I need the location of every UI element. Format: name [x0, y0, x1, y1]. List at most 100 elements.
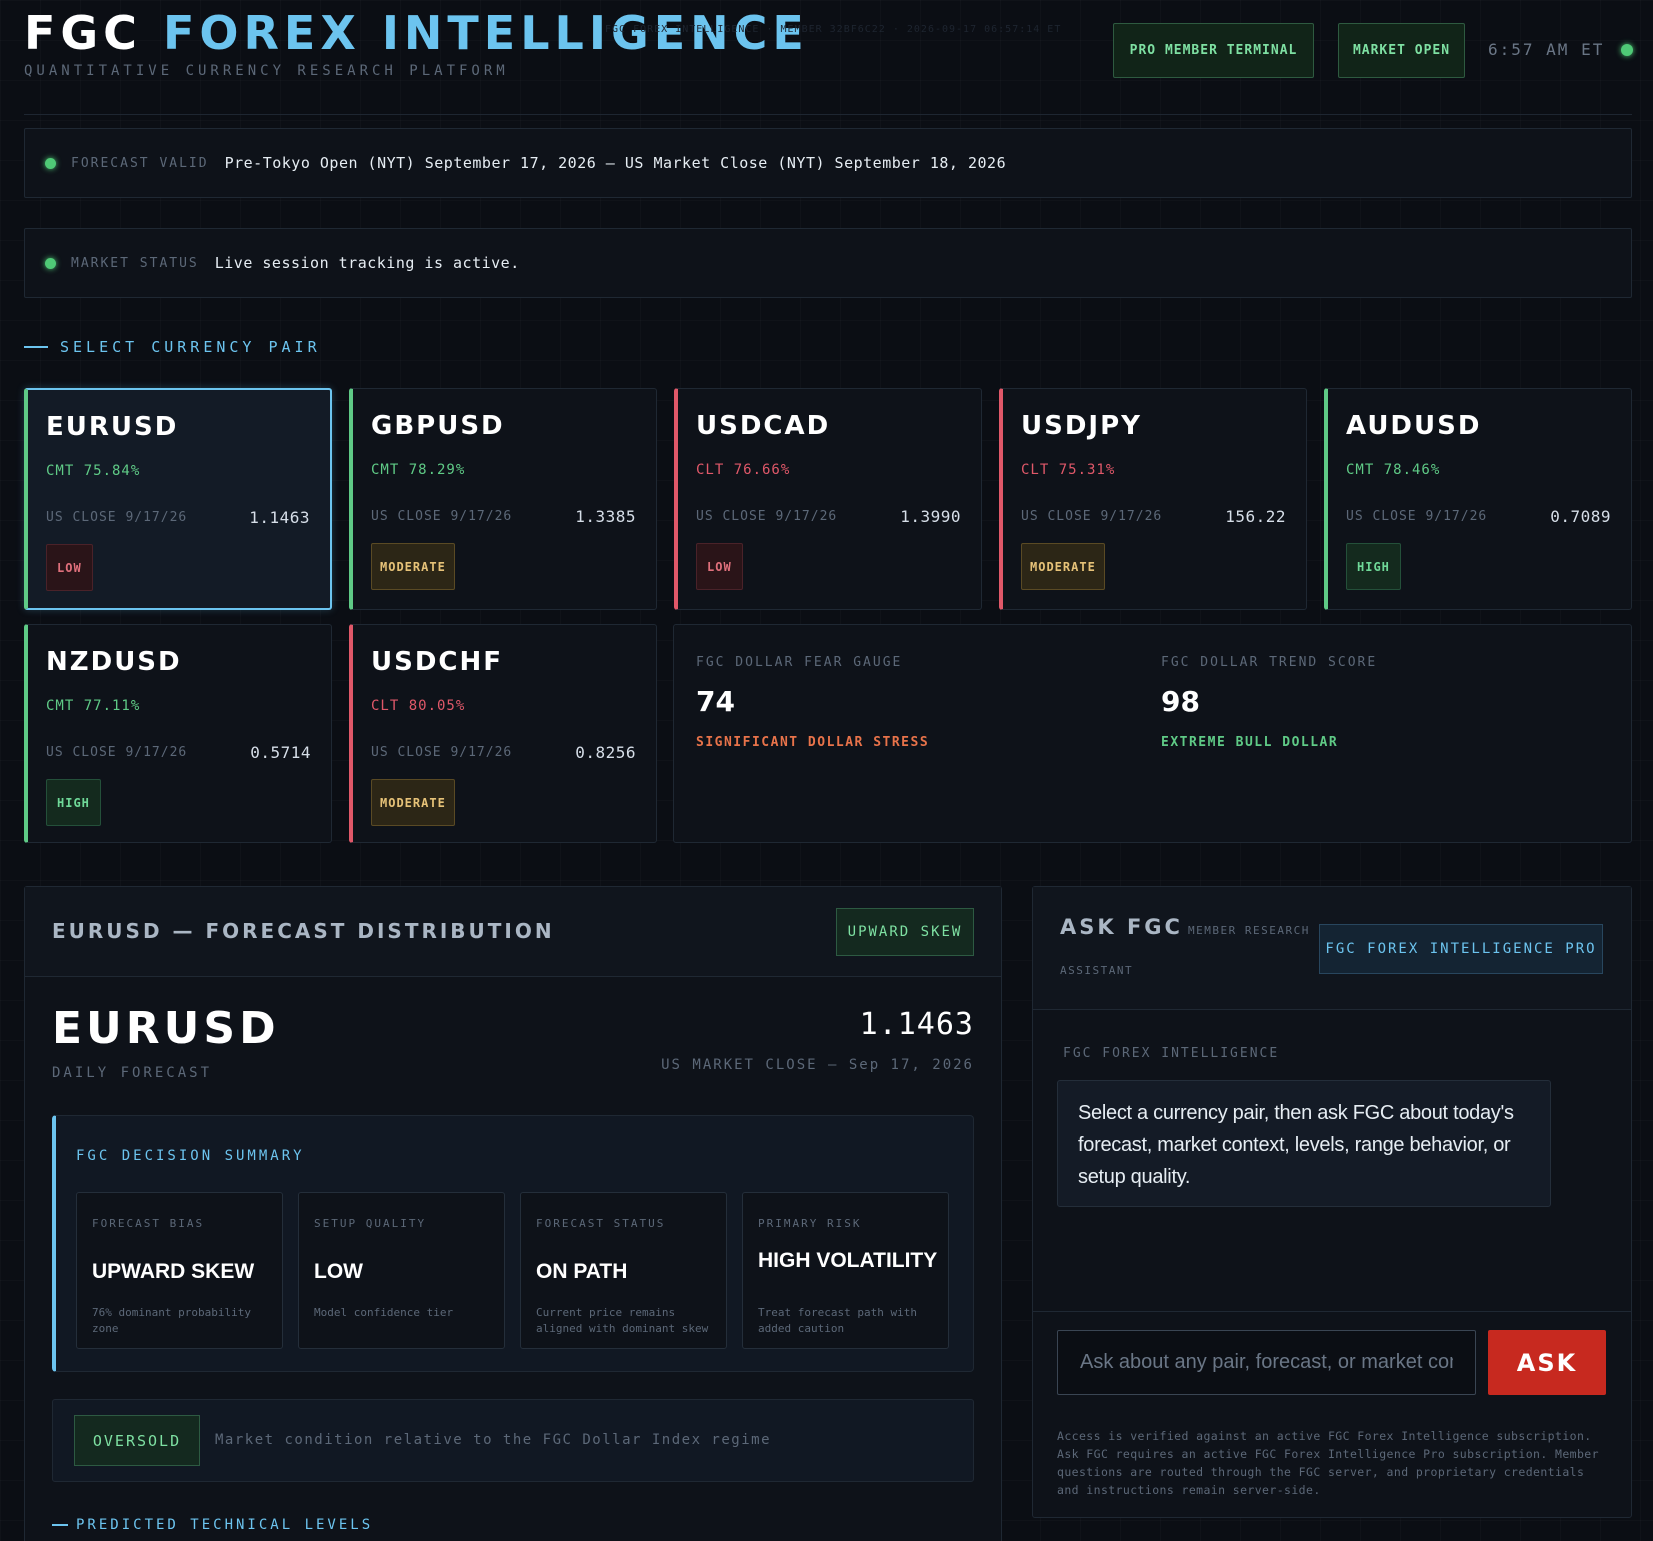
summary-card-quality: SETUP QUALITY LOW Model confidence tier: [298, 1192, 505, 1349]
pair-symbol: EURUSD: [46, 412, 179, 442]
pair-symbol: USDJPY: [1021, 411, 1142, 441]
summary-note: Current price remains aligned with domin…: [536, 1306, 709, 1335]
select-pair-heading: SELECT CURRENCY PAIR: [24, 338, 321, 356]
pair-close-value: 1.3990: [900, 507, 961, 526]
pair-probability: CLT 76.66%: [696, 462, 791, 478]
forecast-price: 1.1463: [859, 1007, 974, 1042]
setup-quality-badge: LOW: [696, 543, 743, 590]
ask-title: ASK FGC: [1060, 915, 1183, 939]
summary-card-risk: PRIMARY RISK HIGH VOLATILITY Treat forec…: [742, 1192, 949, 1349]
pair-close-value: 0.5714: [250, 743, 311, 762]
forecast-panel-header: EURUSD — FORECAST DISTRIBUTION UPWARD SK…: [25, 887, 1001, 977]
pro-subscription-badge: FGC FOREX INTELLIGENCE PRO: [1319, 924, 1603, 974]
pair-close-label: US CLOSE 9/17/26: [1021, 509, 1163, 524]
pair-card-nzdusd[interactable]: NZDUSD CMT 77.11% US CLOSE 9/17/26 0.571…: [24, 624, 332, 843]
assistant-label: FGC FOREX INTELLIGENCE: [1063, 1046, 1280, 1061]
fear-gauge-label: FGC DOLLAR FEAR GAUGE: [696, 655, 903, 670]
pair-close-label: US CLOSE 9/17/26: [371, 745, 513, 760]
watermark: FGC FOREX INTELLIGENCE · MEMBER 32BF6C22…: [605, 24, 1062, 35]
ask-button[interactable]: ASK: [1488, 1330, 1606, 1395]
summary-label: FORECAST STATUS: [536, 1217, 666, 1230]
summary-card-bias: FORECAST BIAS UPWARD SKEW 76% dominant p…: [76, 1192, 283, 1349]
clock: 6:57 AM ET: [1488, 40, 1605, 59]
pair-symbol: GBPUSD: [371, 411, 505, 441]
ask-input[interactable]: [1057, 1330, 1476, 1395]
setup-quality-badge: MODERATE: [371, 779, 455, 826]
dollar-gauges-panel: FGC DOLLAR FEAR GAUGE 74 SIGNIFICANT DOL…: [673, 624, 1632, 843]
pair-close-label: US CLOSE 9/17/26: [46, 510, 188, 525]
summary-value: UPWARD SKEW: [92, 1260, 255, 1283]
ask-divider: [1033, 1311, 1631, 1312]
setup-quality-badge: LOW: [46, 544, 93, 591]
trend-score-value: 98: [1161, 685, 1200, 718]
pair-card-audusd[interactable]: AUDUSD CMT 78.46% US CLOSE 9/17/26 0.708…: [1324, 388, 1632, 610]
setup-quality-badge: MODERATE: [371, 543, 455, 590]
summary-label: SETUP QUALITY: [314, 1217, 427, 1230]
ask-panel-header: ASK FGC MEMBER RESEARCH ASSISTANT FGC FO…: [1033, 887, 1631, 1010]
summary-label: PRIMARY RISK: [758, 1217, 862, 1230]
pair-close-label: US CLOSE 9/17/26: [46, 745, 188, 760]
pair-card-eurusd[interactable]: EURUSD CMT 75.84% US CLOSE 9/17/26 1.146…: [24, 388, 332, 610]
market-status-label: MARKET STATUS: [71, 255, 199, 271]
ask-subtitle-2: ASSISTANT: [1060, 964, 1134, 977]
summary-label: FORECAST BIAS: [92, 1217, 205, 1230]
pair-probability: CLT 80.05%: [371, 698, 466, 714]
fear-gauge-status: SIGNIFICANT DOLLAR STRESS: [696, 735, 930, 750]
pro-member-badge: PRO MEMBER TERMINAL: [1113, 23, 1314, 78]
summary-note: 76% dominant probability zone: [92, 1306, 251, 1335]
forecast-title: EURUSD — FORECAST DISTRIBUTION: [52, 919, 555, 943]
pair-probability: CMT 75.84%: [46, 463, 141, 479]
fear-gauge-value: 74: [696, 685, 735, 718]
pair-symbol: USDCAD: [696, 411, 831, 441]
market-condition-text: Market condition relative to the FGC Dol…: [215, 1432, 772, 1448]
trend-score-status: EXTREME BULL DOLLAR: [1161, 735, 1339, 750]
decision-summary-title: FGC DECISION SUMMARY: [76, 1148, 305, 1164]
forecast-valid-label: FORECAST VALID: [71, 155, 209, 171]
tagline: QUANTITATIVE CURRENCY RESEARCH PLATFORM: [24, 63, 509, 79]
market-condition-row: OVERSOLD Market condition relative to th…: [52, 1399, 974, 1482]
trend-score-label: FGC DOLLAR TREND SCORE: [1161, 655, 1378, 670]
summary-value: ON PATH: [536, 1260, 628, 1283]
live-indicator-icon: [1621, 44, 1633, 56]
access-disclaimer: Access is verified against an active FGC…: [1057, 1429, 1599, 1497]
forecast-close-label: US MARKET CLOSE — Sep 17, 2026: [661, 1057, 974, 1073]
pair-card-usdjpy[interactable]: USDJPY CLT 75.31% US CLOSE 9/17/26 156.2…: [999, 388, 1307, 610]
pair-close-value: 0.8256: [575, 743, 636, 762]
pair-close-value: 1.1463: [249, 508, 310, 527]
heading-rule: [52, 1524, 68, 1526]
pair-card-usdchf[interactable]: USDCHF CLT 80.05% US CLOSE 9/17/26 0.825…: [349, 624, 657, 843]
market-status-bar: MARKET STATUS Live session tracking is a…: [24, 228, 1632, 298]
pair-close-value: 1.3385: [575, 507, 636, 526]
pair-close-value: 0.7089: [1550, 507, 1611, 526]
market-status-value: Live session tracking is active.: [214, 254, 520, 272]
setup-quality-badge: MODERATE: [1021, 543, 1105, 590]
status-dot-icon: [45, 157, 56, 169]
pair-close-label: US CLOSE 9/17/26: [1346, 509, 1488, 524]
ask-fgc-panel: ASK FGC MEMBER RESEARCH ASSISTANT FGC FO…: [1032, 886, 1632, 1518]
pair-symbol: NZDUSD: [46, 647, 182, 677]
assistant-message: Select a currency pair, then ask FGC abo…: [1057, 1080, 1551, 1207]
pair-symbol: USDCHF: [371, 647, 504, 677]
skew-badge: UPWARD SKEW: [836, 908, 974, 956]
setup-quality-badge: HIGH: [1346, 543, 1401, 590]
forecast-subtitle: DAILY FORECAST: [52, 1065, 213, 1081]
pair-card-usdcad[interactable]: USDCAD CLT 76.66% US CLOSE 9/17/26 1.399…: [674, 388, 982, 610]
forecast-valid-bar: FORECAST VALID Pre-Tokyo Open (NYT) Sept…: [24, 128, 1632, 198]
forecast-panel: EURUSD — FORECAST DISTRIBUTION UPWARD SK…: [24, 886, 1002, 1541]
status-dot-icon: [45, 257, 56, 269]
pair-close-value: 156.22: [1225, 507, 1286, 526]
technical-levels-heading: PREDICTED TECHNICAL LEVELS: [52, 1517, 373, 1533]
pair-card-gbpusd[interactable]: GBPUSD CMT 78.29% US CLOSE 9/17/26 1.338…: [349, 388, 657, 610]
pair-probability: CLT 75.31%: [1021, 462, 1116, 478]
summary-value: HIGH VOLATILITY: [758, 1249, 938, 1272]
market-open-badge: MARKET OPEN: [1338, 23, 1465, 78]
pair-probability: CMT 78.29%: [371, 462, 466, 478]
forecast-symbol: EURUSD: [52, 1003, 280, 1054]
pair-symbol: AUDUSD: [1346, 411, 1482, 441]
pair-close-label: US CLOSE 9/17/26: [696, 509, 838, 524]
setup-quality-badge: HIGH: [46, 779, 101, 826]
summary-note: Treat forecast path with added caution: [758, 1306, 917, 1335]
summary-card-status: FORECAST STATUS ON PATH Current price re…: [520, 1192, 727, 1349]
decision-summary: FGC DECISION SUMMARY FORECAST BIAS UPWAR…: [52, 1115, 974, 1372]
summary-value: LOW: [314, 1260, 363, 1283]
